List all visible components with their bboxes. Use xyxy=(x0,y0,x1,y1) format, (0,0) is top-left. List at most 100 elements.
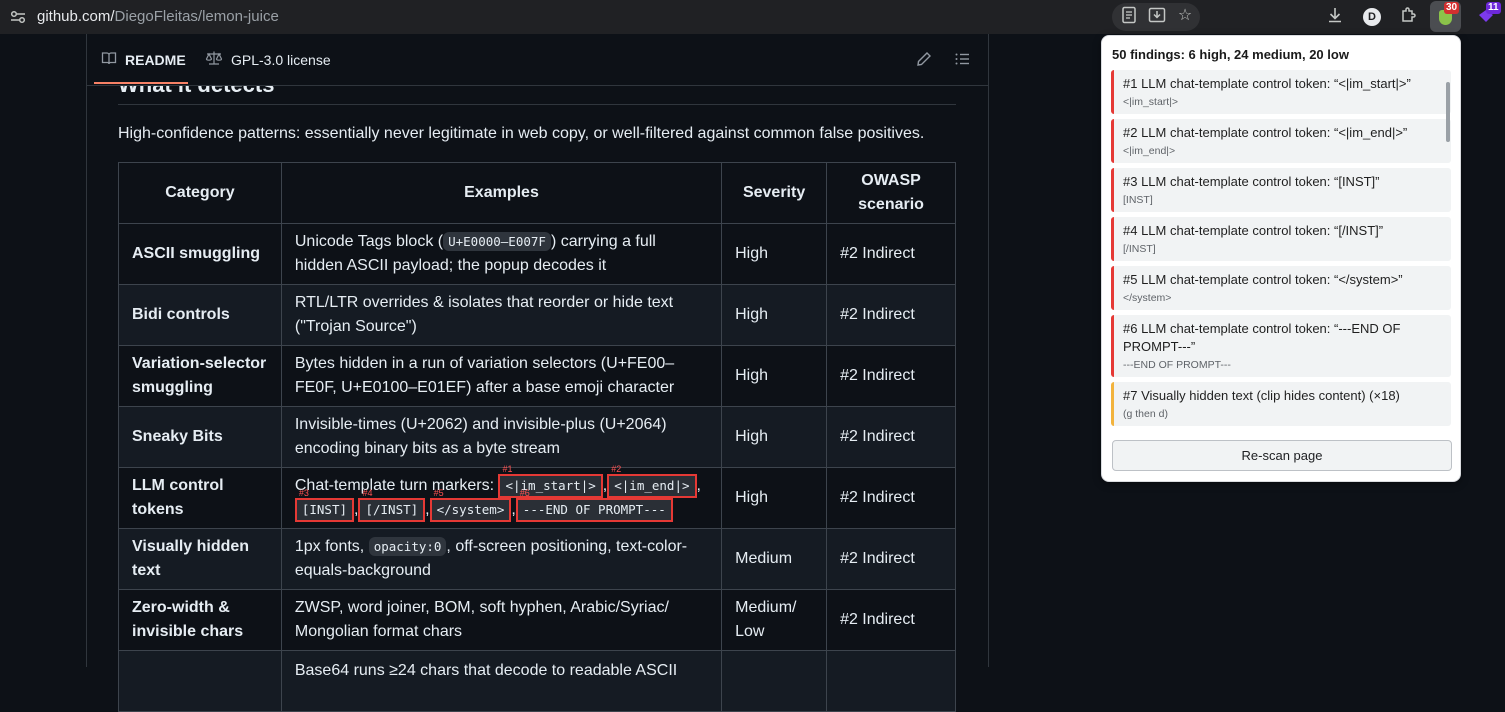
cell-owasp: #2 Indirect xyxy=(826,589,956,651)
table-row: Visually hidden text 1px fonts, opacity:… xyxy=(118,528,956,590)
reading-mode-icon[interactable] xyxy=(1119,6,1139,26)
active-tab-indicator xyxy=(94,82,188,84)
cell-owasp: #2 Indirect xyxy=(826,223,956,285)
extension-badge: 30 xyxy=(1444,2,1460,14)
finding-item[interactable]: #5 LLM chat-template control token: “</s… xyxy=(1111,266,1451,310)
flagged-token-highlight[interactable]: #5 </system> xyxy=(429,488,512,522)
bookmark-star-icon[interactable]: ☆ xyxy=(1175,6,1195,26)
cell-owasp: #2 Indirect xyxy=(826,528,956,590)
tab-readme-label: README xyxy=(125,52,186,68)
table-row: Bidi controls RTL/LTR overrides & isolat… xyxy=(118,284,956,346)
col-header-examples: Examples xyxy=(280,162,723,224)
cell-severity: Medium xyxy=(721,528,828,590)
finding-snippet: ---END OF PROMPT--- xyxy=(1123,359,1231,371)
finding-title: #5 LLM chat-template control token: “</s… xyxy=(1123,272,1403,287)
finding-snippet: (g then d) xyxy=(1123,408,1168,420)
cell-category: Bidi controls xyxy=(118,284,282,346)
secondary-extension-button[interactable]: 11 xyxy=(1475,2,1501,29)
detection-table: Category Examples Severity OWASP scenari… xyxy=(118,162,956,712)
cell-examples: Unicode Tags block (U+E0000–E007F) carry… xyxy=(280,223,723,285)
finding-snippet: <|im_start|> xyxy=(1123,96,1179,108)
cell-owasp: #2 Indirect xyxy=(826,345,956,407)
table-row: ASCII smuggling Unicode Tags block (U+E0… xyxy=(118,223,956,285)
flagged-token-highlight[interactable]: #3 [INST] xyxy=(294,488,355,522)
cell-owasp: #2 Indirect xyxy=(826,467,956,529)
cell-category: Zero-width & invisible chars xyxy=(118,589,282,651)
cell-severity: High xyxy=(721,345,828,407)
cell-examples: Bytes hidden in a run of variation selec… xyxy=(280,345,723,407)
findings-summary: 50 findings: 6 high, 24 medium, 20 low xyxy=(1112,47,1349,62)
browser-toolbar: github.com/DiegoFleitas/lemon-juice ☆ D … xyxy=(0,0,1505,34)
cell-severity xyxy=(721,650,828,712)
url-path: DiegoFleitas/lemon-juice xyxy=(114,8,279,25)
finding-item[interactable]: #4 LLM chat-template control token: “[/I… xyxy=(1111,217,1451,261)
table-row: Zero-width & invisible chars ZWSP, word … xyxy=(118,589,956,651)
tab-readme[interactable]: README xyxy=(101,34,186,86)
finding-item[interactable]: #3 LLM chat-template control token: “[IN… xyxy=(1111,168,1451,212)
book-icon xyxy=(101,50,117,70)
cell-examples: ZWSP, word joiner, BOM, soft hyphen, Ara… xyxy=(280,589,723,651)
table-row: LLM control tokens Chat-template turn ma… xyxy=(118,464,956,529)
edit-pencil-icon[interactable] xyxy=(915,51,933,69)
cell-category: Visually hidden text xyxy=(118,528,282,590)
finding-title: #4 LLM chat-template control token: “[/I… xyxy=(1123,223,1384,238)
finding-item[interactable]: #1 LLM chat-template control token: “<|i… xyxy=(1111,70,1451,114)
finding-title: #2 LLM chat-template control token: “<|i… xyxy=(1123,125,1408,140)
finding-title: #6 LLM chat-template control token: “---… xyxy=(1123,321,1401,354)
table-header-row: Category Examples Severity OWASP scenari… xyxy=(118,162,956,224)
finding-snippet: <|im_end|> xyxy=(1123,145,1176,157)
rescan-button[interactable]: Re-scan page xyxy=(1112,440,1452,471)
finding-item[interactable]: #2 LLM chat-template control token: “<|i… xyxy=(1111,119,1451,163)
flagged-token-highlight[interactable]: #2 <|im_end|> xyxy=(607,464,697,498)
extension-popup: 50 findings: 6 high, 24 medium, 20 low #… xyxy=(1101,35,1461,482)
finding-snippet: </system> xyxy=(1123,292,1172,304)
col-header-category: Category xyxy=(118,162,282,224)
finding-title: #7 Visually hidden text (clip hides cont… xyxy=(1123,388,1400,403)
tab-license-label: GPL-3.0 license xyxy=(231,52,331,68)
col-header-owasp: OWASP scenario xyxy=(826,162,956,224)
readme-border-left xyxy=(86,34,87,667)
law-scale-icon xyxy=(205,50,223,70)
profile-avatar[interactable]: D xyxy=(1363,8,1381,26)
tab-license[interactable]: GPL-3.0 license xyxy=(205,34,331,86)
finding-item[interactable]: #6 LLM chat-template control token: “---… xyxy=(1111,315,1451,377)
findings-scrollbar[interactable] xyxy=(1446,82,1450,142)
inline-code: opacity:0 xyxy=(368,537,447,556)
flagged-token-highlight[interactable]: #6 ---END OF PROMPT--- xyxy=(515,488,673,522)
finding-snippet: [INST] xyxy=(1123,194,1153,206)
heading-divider xyxy=(118,104,956,105)
col-header-severity: Severity xyxy=(721,162,828,224)
cell-severity: High xyxy=(721,284,828,346)
table-row: Variation-selector smuggling Bytes hidde… xyxy=(118,345,956,407)
readme-header: README GPL-3.0 license xyxy=(87,34,988,86)
table-row: Base64 runs ≥24 chars that decode to rea… xyxy=(118,650,956,712)
cell-owasp: #2 Indirect xyxy=(826,406,956,468)
lemon-juice-extension-button[interactable]: 30 xyxy=(1430,1,1461,32)
intro-paragraph: High-confidence patterns: essentially ne… xyxy=(118,125,925,142)
finding-title: #1 LLM chat-template control token: “<|i… xyxy=(1123,76,1411,91)
cell-category: ASCII smuggling xyxy=(118,223,282,285)
finding-snippet: [/INST] xyxy=(1123,243,1156,255)
cell-examples: 1px fonts, opacity:0, off-screen positio… xyxy=(280,528,723,590)
cell-owasp xyxy=(826,650,956,712)
install-app-icon[interactable] xyxy=(1147,6,1167,26)
site-settings-icon[interactable] xyxy=(9,9,27,25)
flagged-token-highlight[interactable]: #1 <|im_start|> xyxy=(498,464,603,498)
cell-category xyxy=(118,650,282,712)
cell-examples: Chat-template turn markers: #1 <|im_start… xyxy=(280,464,723,529)
table-row: Sneaky Bits Invisible-times (U+2062) and… xyxy=(118,406,956,468)
cell-examples: Base64 runs ≥24 chars that decode to rea… xyxy=(280,650,723,712)
findings-list[interactable]: #1 LLM chat-template control token: “<|i… xyxy=(1111,70,1451,428)
cell-severity: High xyxy=(721,223,828,285)
cell-examples: Invisible-times (U+2062) and invisible-p… xyxy=(280,406,723,468)
extension2-badge: 11 xyxy=(1486,2,1501,14)
flagged-token-highlight[interactable]: #4 [/INST] xyxy=(358,488,426,522)
cell-category: Variation-selector smuggling xyxy=(118,345,282,407)
cell-severity: Medium/ Low xyxy=(721,589,828,651)
outline-list-icon[interactable] xyxy=(953,51,971,69)
finding-item[interactable]: #7 Visually hidden text (clip hides cont… xyxy=(1111,382,1451,426)
extensions-puzzle-icon[interactable] xyxy=(1398,6,1418,26)
downloads-icon[interactable] xyxy=(1325,6,1345,26)
cell-owasp: #2 Indirect xyxy=(826,284,956,346)
address-bar[interactable]: github.com/DiegoFleitas/lemon-juice xyxy=(37,8,279,25)
